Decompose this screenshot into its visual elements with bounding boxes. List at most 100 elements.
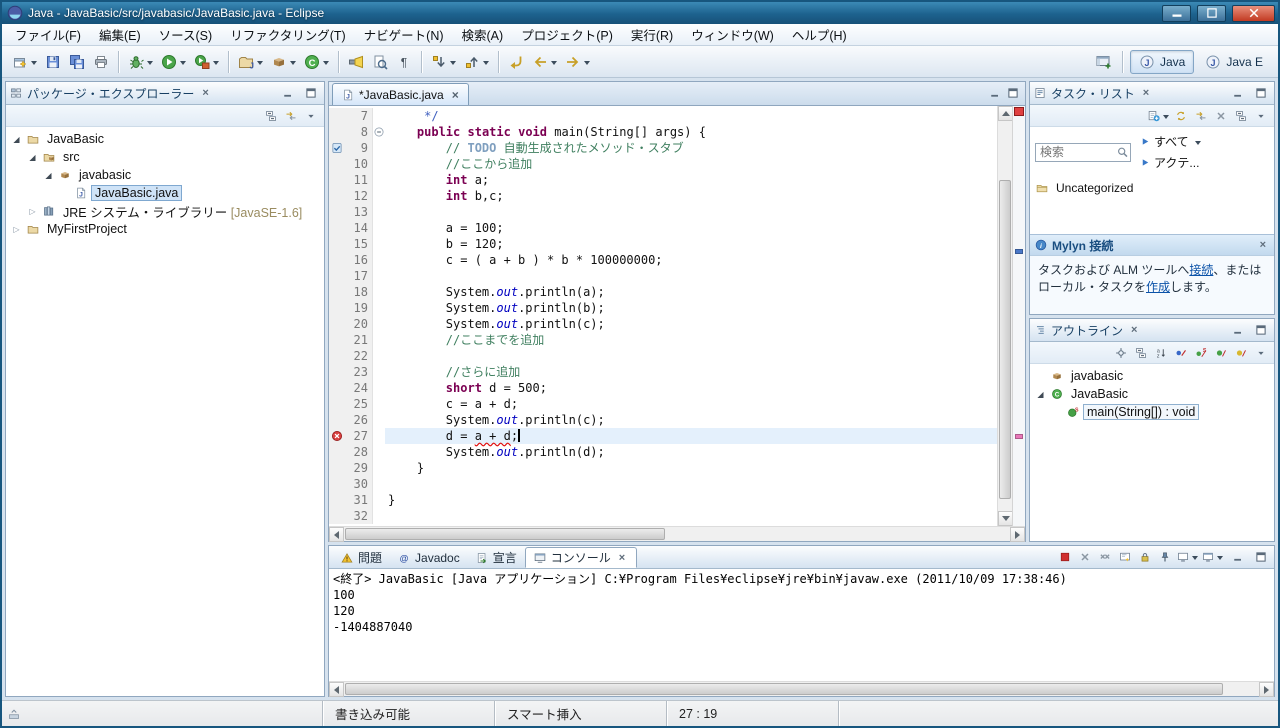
fold-gutter[interactable] xyxy=(372,108,385,124)
console-horizontal-scrollbar[interactable] xyxy=(329,681,1274,696)
code-text[interactable] xyxy=(385,476,997,492)
console-output[interactable]: <終了> JavaBasic [Java アプリケーション] C:¥Progra… xyxy=(329,569,1274,681)
marker-gutter[interactable] xyxy=(329,236,344,252)
view-menu-button[interactable] xyxy=(302,107,320,125)
fold-gutter[interactable] xyxy=(372,396,385,412)
menu-item[interactable]: ウィンドウ(W) xyxy=(682,22,783,47)
scroll-right-button[interactable] xyxy=(1010,527,1025,542)
fold-gutter[interactable] xyxy=(372,316,385,332)
code-text[interactable]: short d = 500; xyxy=(385,380,997,396)
code-text[interactable] xyxy=(385,204,997,220)
synchronize-button[interactable] xyxy=(1172,107,1190,125)
fold-gutter[interactable] xyxy=(372,412,385,428)
java-search-button[interactable] xyxy=(345,50,367,74)
view-menu-button[interactable] xyxy=(1252,344,1270,362)
tree-item[interactable]: ◢javabasic xyxy=(6,166,324,184)
fold-gutter[interactable] xyxy=(372,252,385,268)
code-text[interactable] xyxy=(385,348,997,364)
terminate-button[interactable] xyxy=(1056,548,1074,566)
view-menu-button[interactable] xyxy=(1252,107,1270,125)
code-text[interactable]: //ここから追加 xyxy=(385,156,997,172)
scrollbar-track[interactable] xyxy=(344,527,1010,541)
maximize-button[interactable] xyxy=(1197,5,1226,22)
fold-gutter[interactable] xyxy=(372,284,385,300)
scrollbar-track[interactable] xyxy=(344,682,1259,696)
marker-gutter[interactable] xyxy=(329,188,344,204)
open-console-button[interactable] xyxy=(1201,548,1224,566)
marker-gutter[interactable] xyxy=(329,444,344,460)
minimize-editor-button[interactable] xyxy=(986,84,1004,102)
marker-gutter[interactable] xyxy=(329,284,344,300)
code-text[interactable]: System.out.println(a); xyxy=(385,284,997,300)
next-annotation-button[interactable] xyxy=(428,50,459,74)
scope-button[interactable]: すべて xyxy=(1137,131,1204,152)
fold-gutter[interactable] xyxy=(372,236,385,252)
marker-gutter[interactable] xyxy=(329,268,344,284)
code-text[interactable]: //ここまでを追加 xyxy=(385,332,997,348)
link-editor-button[interactable] xyxy=(1192,107,1210,125)
marker-gutter[interactable] xyxy=(329,380,344,396)
menu-item[interactable]: ファイル(F) xyxy=(6,22,90,47)
hide-nonpublic-button[interactable] xyxy=(1212,344,1230,362)
marker-gutter[interactable] xyxy=(329,124,344,140)
code-text[interactable]: c = a + d; xyxy=(385,396,997,412)
fold-gutter[interactable] xyxy=(372,348,385,364)
display-console-button[interactable] xyxy=(1176,548,1199,566)
expander-icon[interactable]: ◢ xyxy=(10,135,23,144)
scroll-right-button[interactable] xyxy=(1259,682,1274,697)
expander-icon[interactable]: ◢ xyxy=(26,153,39,162)
search-icon[interactable] xyxy=(1116,146,1129,159)
menu-item[interactable]: リファクタリング(T) xyxy=(221,22,354,47)
menu-item[interactable]: 実行(R) xyxy=(622,22,682,47)
tab-console[interactable]: コンソール× xyxy=(525,547,637,568)
marker-gutter[interactable] xyxy=(329,348,344,364)
overview-ruler[interactable] xyxy=(1012,106,1025,526)
maximize-view-button[interactable] xyxy=(1252,84,1270,102)
debug-button[interactable] xyxy=(125,50,156,74)
hide-static-button[interactable]: S xyxy=(1192,344,1210,362)
fold-gutter[interactable] xyxy=(372,332,385,348)
save-button[interactable] xyxy=(42,50,64,74)
hide-fields-button[interactable] xyxy=(1172,344,1190,362)
collapse-all-button[interactable] xyxy=(1132,344,1150,362)
task-category-item[interactable]: Uncategorized xyxy=(1030,179,1274,197)
fold-gutter[interactable] xyxy=(372,444,385,460)
marker-gutter[interactable] xyxy=(329,140,344,156)
show-whitespace-button[interactable]: ¶ xyxy=(393,50,415,74)
titlebar[interactable]: Java - JavaBasic/src/javabasic/JavaBasic… xyxy=(2,2,1278,24)
hide-local-button[interactable] xyxy=(1232,344,1250,362)
fast-view-icon[interactable] xyxy=(8,708,20,720)
expander-icon[interactable]: ◢ xyxy=(42,171,55,180)
marker-gutter[interactable] xyxy=(329,476,344,492)
scrollbar-thumb[interactable] xyxy=(999,180,1011,500)
scrollbar-thumb[interactable] xyxy=(345,528,665,540)
scroll-lock-button[interactable] xyxy=(1136,548,1154,566)
last-edit-location-button[interactable] xyxy=(505,50,527,74)
perspective-java-button[interactable]: JJava xyxy=(1130,50,1194,74)
tab-javadoc[interactable]: @Javadoc xyxy=(390,547,468,568)
scroll-up-button[interactable] xyxy=(998,106,1013,121)
close-view-icon[interactable]: × xyxy=(1140,87,1152,99)
marker-gutter[interactable] xyxy=(329,172,344,188)
code-text[interactable]: int a; xyxy=(385,172,997,188)
overview-occurrence-marker[interactable] xyxy=(1015,434,1023,439)
remove-launch-button[interactable] xyxy=(1076,548,1094,566)
close-mylyn-icon[interactable]: × xyxy=(1257,239,1269,251)
code-text[interactable]: System.out.println(c); xyxy=(385,316,997,332)
fold-gutter[interactable] xyxy=(372,220,385,236)
marker-gutter[interactable] xyxy=(329,108,344,124)
code-text[interactable] xyxy=(385,508,997,524)
new-class-button[interactable]: C xyxy=(301,50,332,74)
code-text[interactable]: } xyxy=(385,460,997,476)
tree-item[interactable]: ▷JRE システム・ライブラリー [JavaSE-1.6] xyxy=(6,202,324,220)
fold-gutter[interactable] xyxy=(372,124,385,140)
marker-gutter[interactable] xyxy=(329,396,344,412)
tab-problems[interactable]: 問題 xyxy=(333,547,390,568)
marker-gutter[interactable] xyxy=(329,156,344,172)
forward-button[interactable] xyxy=(562,50,593,74)
code-text[interactable] xyxy=(385,268,997,284)
back-button[interactable] xyxy=(529,50,560,74)
marker-gutter[interactable] xyxy=(329,364,344,380)
clear-console-button[interactable] xyxy=(1116,548,1134,566)
scroll-left-button[interactable] xyxy=(329,527,344,542)
